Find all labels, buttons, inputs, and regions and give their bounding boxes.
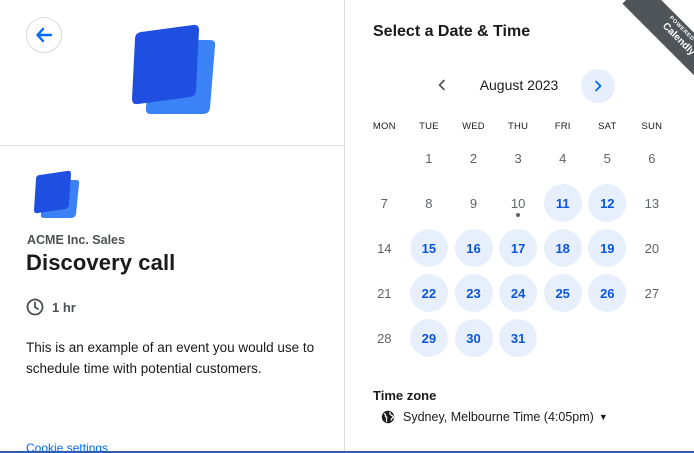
- current-month: August 2023: [479, 77, 559, 93]
- weekday-label: TUE: [419, 121, 439, 132]
- calendar-day-available[interactable]: 30: [454, 319, 493, 357]
- calendar-day: 21: [377, 285, 392, 301]
- chevron-right-icon: [595, 80, 602, 92]
- calendar-day: 4: [559, 150, 567, 166]
- calendar-day-available[interactable]: 25: [543, 274, 582, 312]
- calendar-day: 27: [644, 285, 660, 301]
- calendar-day-available[interactable]: 24: [499, 274, 538, 312]
- calendar-day: 3: [514, 150, 522, 166]
- calendly-brand: Calendly: [660, 20, 694, 58]
- weekday-header: MON TUE WED THU FRI SAT SUN: [362, 121, 692, 132]
- calendar-day: 1: [425, 150, 433, 166]
- arrow-left-icon: [36, 27, 53, 43]
- calendar-grid: 1 2 3 4 5 6 7 8 9 10 11 12 13 14 15 16 17 18 19 20 21 22 23 24 2…: [362, 135, 692, 365]
- caret-down-icon: ▼: [598, 412, 608, 422]
- calendar-day-available[interactable]: 16: [454, 229, 493, 267]
- weekday-label: SUN: [641, 121, 663, 132]
- event-details-panel: ACME Inc. Sales Discovery call 1 hr This…: [0, 0, 345, 453]
- event-duration: 1 hr: [26, 298, 76, 316]
- calendar-day: 14: [377, 240, 392, 256]
- calendar-day: 10: [499, 184, 537, 222]
- company-logo: [132, 24, 216, 114]
- calendar-day-available[interactable]: 15: [409, 229, 448, 267]
- weekday-label: THU: [508, 121, 529, 132]
- calendar-day-available[interactable]: 17: [499, 229, 538, 267]
- duration-label: 1 hr: [52, 299, 76, 315]
- calendar-day: 20: [644, 240, 660, 256]
- calendar-day: 8: [425, 195, 433, 211]
- calendar-day-available[interactable]: 11: [543, 184, 582, 222]
- calendar-day-available[interactable]: 22: [409, 274, 448, 312]
- calendar-day: 13: [644, 195, 660, 211]
- timezone-select[interactable]: Sydney, Melbourne Time (4:05pm) ▼: [381, 410, 608, 424]
- timezone-label: Time zone: [373, 388, 437, 403]
- event-description: This is an example of an event you would…: [26, 340, 315, 376]
- powered-by-ribbon: POWERED BY Calendly: [622, 0, 694, 90]
- picker-heading: Select a Date & Time: [373, 23, 531, 40]
- calendar-day-available[interactable]: 23: [454, 274, 493, 312]
- globe-icon: [381, 410, 395, 424]
- previous-month-button[interactable]: [425, 68, 459, 102]
- timezone-value: Sydney, Melbourne Time (4:05pm): [403, 410, 594, 424]
- booking-page: ACME Inc. Sales Discovery call 1 hr This…: [0, 0, 694, 453]
- calendar-day: 2: [469, 150, 478, 166]
- calendar-day-available[interactable]: 26: [588, 274, 627, 312]
- calendar-day: 5: [603, 150, 611, 166]
- calendar-day-available[interactable]: 19: [588, 229, 627, 267]
- calendar-day: 9: [469, 195, 478, 211]
- back-button[interactable]: [26, 17, 62, 53]
- event-header: [0, 0, 345, 146]
- today-indicator: [516, 213, 521, 217]
- weekday-label: SAT: [598, 121, 617, 132]
- calendar-day: 7: [380, 195, 388, 211]
- event-title: Discovery call: [26, 250, 176, 275]
- calendar-day: 28: [377, 330, 392, 346]
- calendar-day-available[interactable]: 18: [543, 229, 582, 267]
- chevron-left-icon: [438, 79, 445, 91]
- weekday-label: MON: [372, 121, 396, 132]
- weekday-label: WED: [462, 121, 485, 132]
- calendar-day: 6: [648, 150, 656, 166]
- event-logo: [34, 170, 80, 218]
- calendar-day-available[interactable]: 29: [409, 319, 448, 357]
- weekday-label: FRI: [554, 121, 571, 132]
- clock-icon: [26, 298, 44, 316]
- calendar-day-available[interactable]: 12: [588, 184, 627, 222]
- calendar-day-available[interactable]: 31: [499, 319, 538, 357]
- organization-name: ACME Inc. Sales: [27, 233, 125, 247]
- powered-by-badge[interactable]: POWERED BY Calendly: [604, 0, 694, 90]
